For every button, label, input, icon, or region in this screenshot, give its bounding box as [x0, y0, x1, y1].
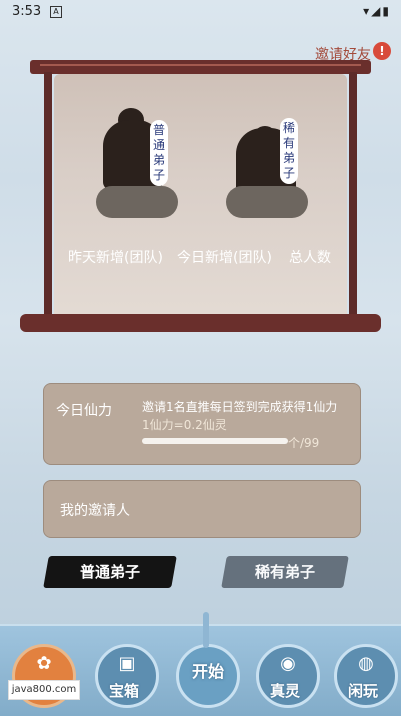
- nav-chest-label: 宝箱: [108, 682, 139, 700]
- gamepad-icon: ◍: [358, 653, 374, 674]
- frame-right-post: [349, 72, 357, 332]
- stat-yesterday-new: 昨天新增(团队): [68, 250, 163, 266]
- frame-left-post: [44, 72, 52, 332]
- power-card-desc: 邀请1名直推每日签到完成获得1仙力: [142, 400, 338, 414]
- tab-rare-disciple[interactable]: 稀有弟子: [221, 556, 349, 588]
- nav-spirit-label: 真灵: [269, 682, 300, 700]
- normal-disciple-pedestal: [96, 186, 178, 218]
- status-bar: 3:53 A ▾◢▮: [0, 0, 401, 24]
- normal-disciple-tag: 普通弟子: [150, 120, 168, 186]
- chest-icon: ▣: [118, 653, 136, 674]
- stat-total: 总人数: [289, 250, 331, 266]
- frame-top-beam: [30, 60, 371, 74]
- tab-normal-disciple[interactable]: 普通弟子: [43, 556, 177, 588]
- frame-bottom-beam: [20, 314, 381, 332]
- tab-normal-label: 普通弟子: [79, 563, 140, 581]
- notification-icon: A: [50, 6, 62, 18]
- rare-disciple-tag: 稀有弟子: [280, 118, 298, 184]
- paw-icon: ✿: [36, 653, 52, 674]
- status-time: 3:53: [12, 4, 42, 19]
- power-progress-bar: [142, 438, 288, 444]
- spirit-icon: ◉: [280, 653, 296, 674]
- power-progress-count: 个/99: [288, 436, 320, 450]
- power-card: 今日仙力 邀请1名直推每日签到完成获得1仙力 1仙力=0.2仙灵 个/99: [43, 383, 361, 465]
- spear-icon: [203, 612, 209, 648]
- status-icons: ▾◢▮: [363, 4, 391, 18]
- inviter-card[interactable]: 我的邀请人: [43, 480, 361, 538]
- nav-start-label: 开始: [191, 662, 224, 681]
- nav-play-label: 闲玩: [347, 682, 378, 700]
- power-card-rate: 1仙力=0.2仙灵: [142, 418, 227, 432]
- bottom-nav: ✿ 宗门 ▣ 宝箱 开始 ◉ 真灵 ◍ 闲玩: [0, 624, 401, 716]
- rare-disciple-pedestal: [226, 186, 308, 218]
- watermark: java800.com: [8, 680, 80, 700]
- alert-badge-icon: !: [373, 42, 391, 60]
- power-card-title: 今日仙力: [56, 403, 112, 419]
- stat-today-new: 今日新增(团队): [177, 250, 272, 266]
- tab-rare-label: 稀有弟子: [254, 563, 315, 581]
- inviter-card-title: 我的邀请人: [60, 503, 130, 519]
